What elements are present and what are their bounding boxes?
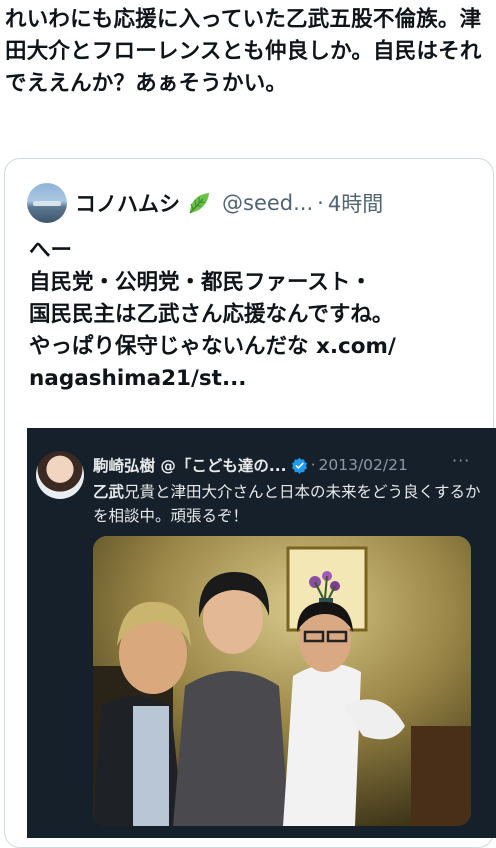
embedded-header: 駒崎弘樹 @「こども達の... · 2013/02/21 (93, 454, 408, 476)
leaf-icon (189, 193, 209, 214)
embedded-separator: · (310, 456, 316, 474)
avatar[interactable] (27, 183, 67, 223)
timestamp[interactable]: 4時間 (328, 188, 383, 218)
author-handle[interactable]: @seed... (222, 191, 313, 215)
embedded-date: 2013/02/21 (318, 456, 408, 474)
quoted-tweet-header: コノハムシ @seed... · 4時間 (27, 183, 383, 223)
verified-badge-icon (291, 457, 307, 474)
embedded-tweet-image[interactable]: 駒崎弘樹 @「こども達の... · 2013/02/21 ··· 乙武兄貴と津田… (27, 428, 496, 838)
embedded-text-bold: 乙武 (93, 483, 125, 501)
embedded-author-name: 駒崎弘樹 @「こども達の... (93, 457, 287, 475)
embedded-text-rest: 兄貴と津田大介さんと日本の未来をどう良くするかを相談中。頑張るぞ！ (93, 483, 481, 525)
tweet-text: れいわにも応援に入っていた乙武五股不倫族。津田大介とフローレンスとも仲良しか。自… (5, 7, 482, 96)
more-options-icon: ··· (452, 451, 471, 470)
photo-scene-icon (93, 536, 471, 826)
embedded-avatar (36, 451, 84, 499)
quoted-tweet-body: へー 自民党・公明党・都民ファースト・ 国民民主は乙武さん応援なんですね。 やっ… (29, 238, 396, 391)
embedded-photo (93, 536, 471, 826)
author-name[interactable]: コノハムシ (75, 188, 180, 218)
embedded-tweet-text: 乙武兄貴と津田大介さんと日本の未来をどう良くするかを相談中。頑張るぞ！ (93, 480, 483, 528)
separator-dot: · (317, 191, 324, 215)
